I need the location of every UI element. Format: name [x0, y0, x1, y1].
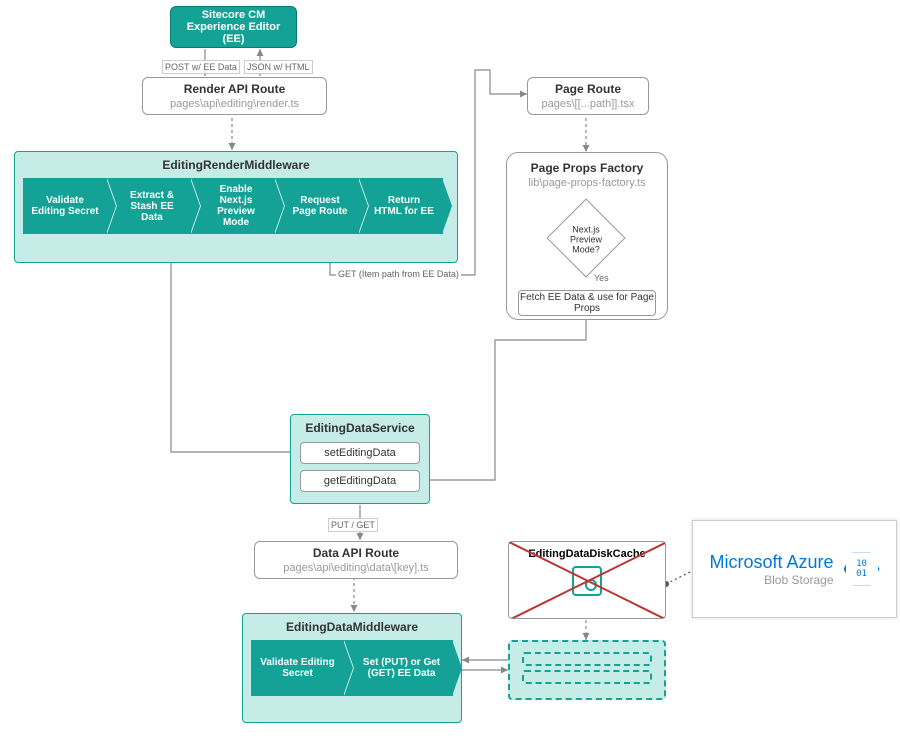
node-sitecore-cm: Sitecore CM Experience Editor (EE) — [170, 6, 297, 48]
chevron-return-html: Return HTML for EE — [359, 178, 443, 234]
azure-blob-icon: 10 01 — [844, 551, 880, 587]
render-mw-steps: Validate Editing Secret Extract & Stash … — [23, 178, 449, 234]
replacement-slot-1 — [522, 652, 652, 666]
edge-label-get-item-path: GET (Item path from EE Data) — [336, 268, 461, 280]
azure-sub-label: Blob Storage — [709, 573, 833, 587]
replacement-slot-2 — [522, 670, 652, 684]
page-route-sub: pages\[[...path]].tsx — [534, 98, 642, 110]
node-editing-data-disk-cache: EditingDataDiskCache — [508, 541, 666, 619]
node-replacement-cache — [508, 640, 666, 700]
editing-data-mw-title: EditingDataMiddleware — [243, 614, 461, 640]
chevron-set-get-ee: Set (PUT) or Get (GET) EE Data — [344, 640, 453, 696]
fetch-ee-text: Fetch EE Data & use for Page Props — [519, 292, 655, 314]
node-data-api-route: Data API Route pages\api\editing\data\[k… — [254, 541, 458, 579]
chevron-validate-secret-2: Validate Editing Secret — [251, 640, 344, 696]
edge-label-put-get: PUT / GET — [328, 518, 378, 532]
data-mw-steps: Validate Editing Secret Set (PUT) or Get… — [251, 640, 453, 696]
node-page-route: Page Route pages\[[...path]].tsx — [527, 77, 649, 115]
editing-render-mw-title: EditingRenderMiddleware — [15, 152, 457, 178]
decision-text: Next.js Preview Mode? — [558, 211, 614, 267]
page-props-sub: lib\page-props-factory.ts — [513, 177, 661, 189]
render-api-title: Render API Route — [149, 82, 320, 96]
page-props-title: Page Props Factory — [513, 161, 661, 175]
render-api-sub: pages\api\editing\render.ts — [149, 98, 320, 110]
method-get-editing-data: getEditingData — [300, 470, 420, 492]
azure-main-label: Microsoft Azure — [709, 552, 833, 573]
node-editing-render-middleware: EditingRenderMiddleware Validate Editing… — [14, 151, 458, 263]
azure-text: Microsoft Azure Blob Storage — [709, 552, 833, 587]
cross-out-icon — [509, 542, 665, 618]
node-azure-blob: Microsoft Azure Blob Storage 10 01 — [692, 520, 897, 618]
edge-label-json-html: JSON w/ HTML — [244, 60, 313, 74]
node-render-api: Render API Route pages\api\editing\rende… — [142, 77, 327, 115]
method-set-editing-data: setEditingData — [300, 442, 420, 464]
node-editing-data-middleware: EditingDataMiddleware Validate Editing S… — [242, 613, 462, 723]
data-api-title: Data API Route — [261, 546, 451, 560]
edge-label-post-ee: POST w/ EE Data — [162, 60, 240, 74]
chevron-validate-secret: Validate Editing Secret — [23, 178, 107, 234]
decision-yes-label: Yes — [592, 272, 611, 284]
chevron-request-page: Request Page Route — [275, 178, 359, 234]
page-route-title: Page Route — [534, 82, 642, 96]
chevron-extract-stash: Extract & Stash EE Data — [107, 178, 191, 234]
node-sitecore-cm-label: Sitecore CM Experience Editor (EE) — [177, 9, 290, 45]
data-api-sub: pages\api\editing\data\[key].ts — [261, 562, 451, 574]
node-fetch-ee-data: Fetch EE Data & use for Page Props — [518, 290, 656, 316]
editing-data-service-title: EditingDataService — [291, 415, 429, 441]
chevron-enable-preview: Enable Next.js Preview Mode — [191, 178, 275, 234]
